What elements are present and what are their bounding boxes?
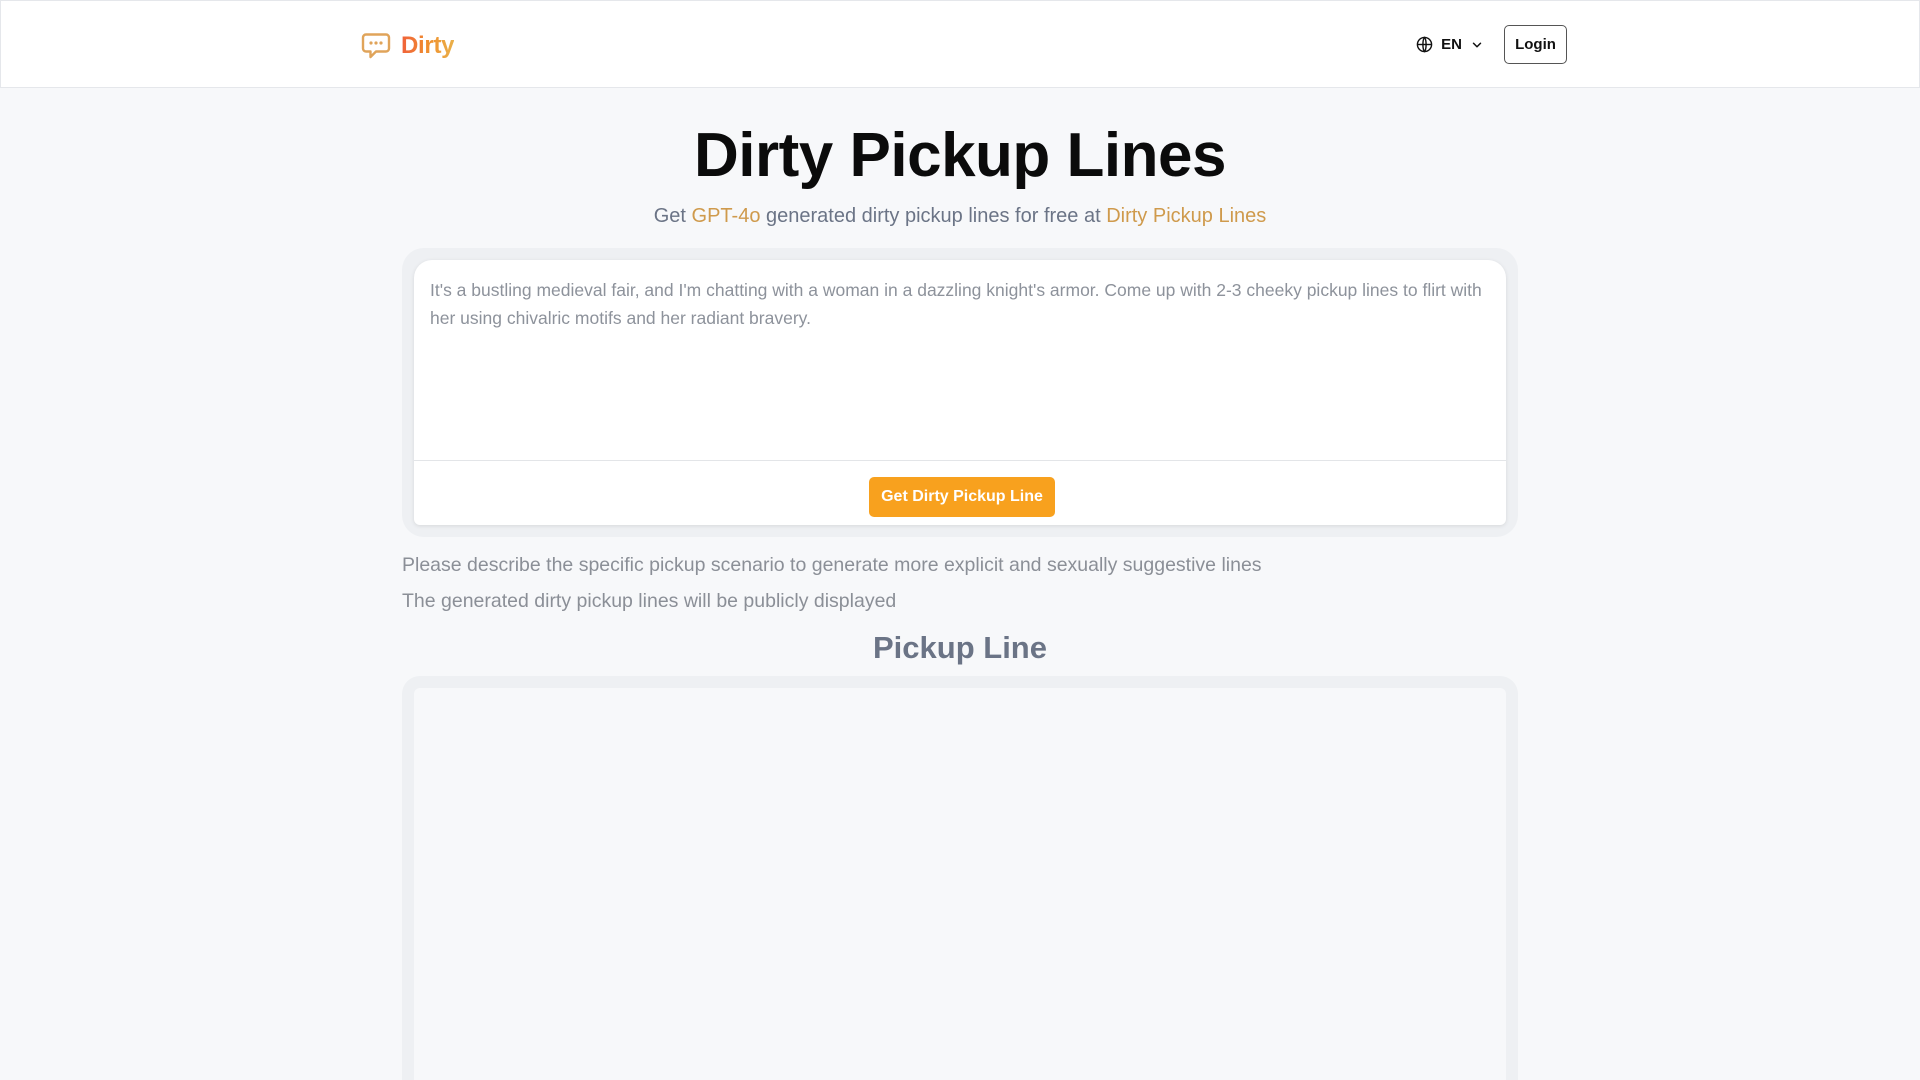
subtitle-prefix: Get (653, 205, 692, 227)
pickup-line-output (414, 688, 1506, 1080)
chat-bubble-icon (361, 32, 391, 60)
prompt-panel: Get Dirty Pickup Line (402, 248, 1518, 537)
chevron-down-icon (1470, 38, 1484, 52)
language-selector[interactable]: EN (1416, 36, 1484, 53)
login-button[interactable]: Login (1504, 25, 1567, 64)
header-actions: EN Login (1416, 25, 1567, 64)
logo-text: Dirty (401, 32, 455, 59)
scenario-input[interactable] (414, 260, 1506, 460)
subtitle-middle: generated dirty pickup lines for free at (760, 205, 1107, 227)
page-title: Dirty Pickup Lines (694, 121, 1226, 190)
prompt-card: Get Dirty Pickup Line (414, 260, 1506, 525)
card-divider (414, 460, 1506, 461)
public-display-notice: The generated dirty pickup lines will be… (402, 590, 897, 612)
globe-icon (1416, 36, 1433, 53)
top-header: Dirty EN Login (0, 0, 1920, 88)
subtitle-site-link[interactable]: Dirty Pickup Lines (1106, 205, 1266, 227)
scenario-hint: Please describe the specific pickup scen… (402, 554, 1262, 576)
output-panel (402, 676, 1518, 1080)
site-logo[interactable]: Dirty (361, 29, 454, 63)
output-section-title: Pickup Line (873, 630, 1047, 665)
language-code: EN (1441, 36, 1462, 53)
page-subtitle: Get GPT-4o generated dirty pickup lines … (0, 205, 1920, 228)
get-pickup-line-button[interactable]: Get Dirty Pickup Line (869, 477, 1055, 517)
subtitle-model-link[interactable]: GPT-4o (692, 205, 761, 227)
